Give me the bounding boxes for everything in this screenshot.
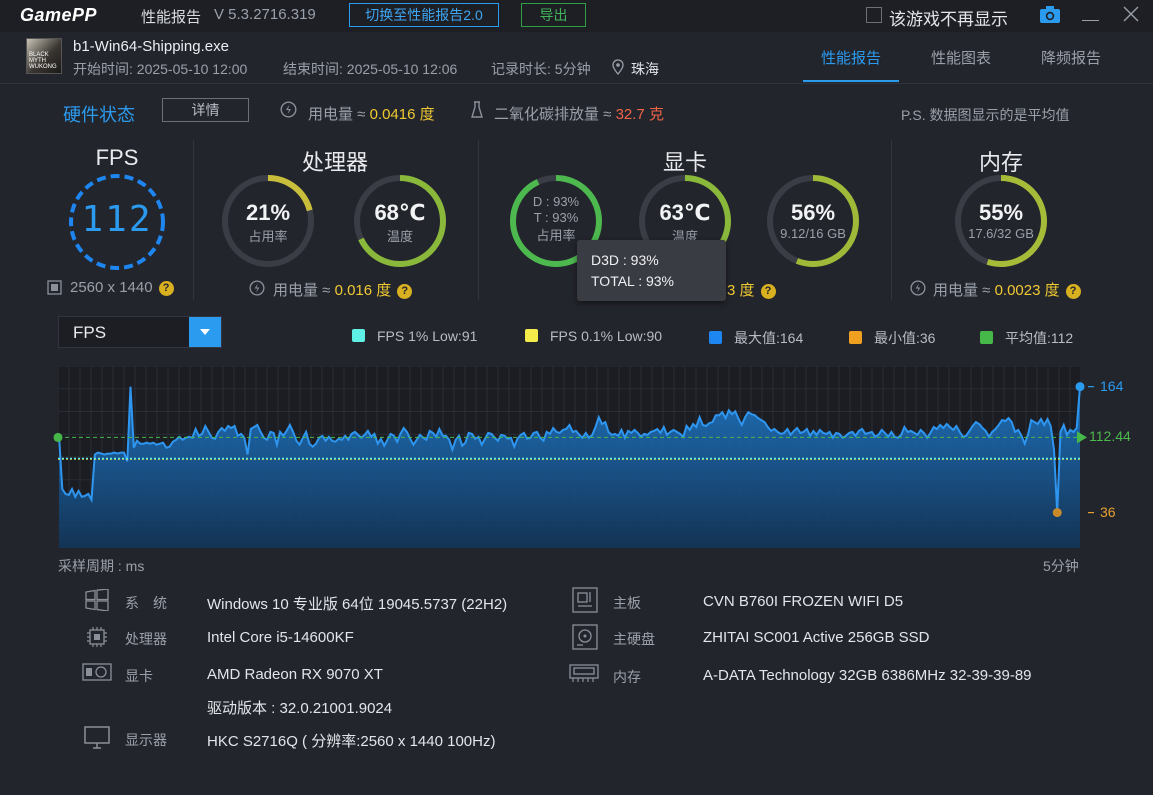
gpu-key: 显卡 — [125, 668, 153, 684]
monitor-icon — [84, 726, 110, 755]
avg-start-marker — [53, 432, 63, 442]
motherboard-icon — [572, 587, 598, 618]
disk-key: 主硬盘 — [613, 631, 655, 647]
chart-avg-label: 112.44 — [1089, 428, 1131, 445]
monitor-key: 显示器 — [125, 732, 167, 748]
system-value: Windows 10 专业版 64位 19045.5737 (22H2) — [207, 596, 508, 613]
system-key: 系 统 — [125, 595, 167, 611]
driver-version: 驱动版本 : 32.0.21001.9024 — [207, 700, 393, 717]
gpu-icon — [82, 661, 112, 688]
min-marker — [1052, 508, 1062, 518]
chart-max-label: 164 — [1100, 377, 1124, 394]
disk-icon — [572, 624, 598, 655]
motherboard-key: 主板 — [613, 595, 641, 611]
gpu-value: AMD Radeon RX 9070 XT — [207, 666, 383, 683]
cpu-key: 处理器 — [125, 631, 167, 647]
motherboard-value: CVN B760I FROZEN WIFI D5 — [703, 593, 904, 610]
memory-icon — [569, 662, 599, 689]
x-axis-end-label: 5分钟 — [1043, 558, 1079, 574]
x-axis-label: 采样周期 : ms — [58, 558, 145, 574]
disk-value: ZHITAI SC001 Active 256GB SSD — [703, 629, 930, 646]
max-marker — [1075, 382, 1085, 392]
chart-min-label: 36 — [1100, 503, 1116, 520]
memory-value: A-DATA Technology 32GB 6386MHz 32-39-39-… — [703, 667, 1032, 684]
cpu-icon — [86, 626, 108, 653]
windows-icon — [85, 588, 109, 616]
cpu-value: Intel Core i5-14600KF — [207, 629, 354, 646]
memory-key: 内存 — [613, 669, 641, 685]
avg-arrow-marker — [1077, 431, 1087, 444]
monitor-value: HKC S2716Q ( 分辨率:2560 x 1440 100Hz) — [207, 733, 496, 750]
